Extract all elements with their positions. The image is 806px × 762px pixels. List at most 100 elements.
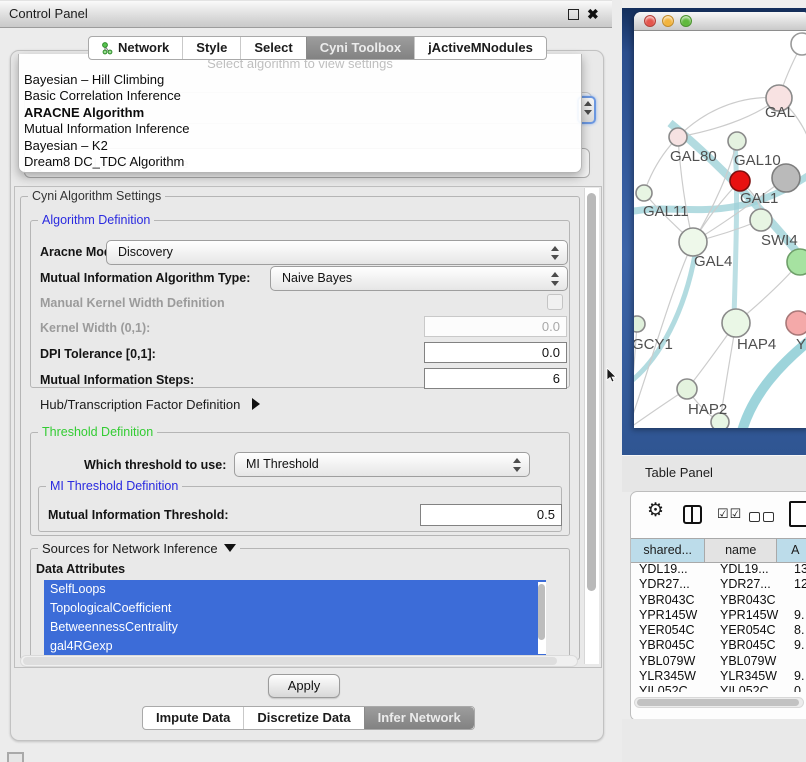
- network-node[interactable]: [730, 171, 750, 191]
- algorithm-dropdown-popup: Select algorithm to view settings Bayesi…: [18, 54, 582, 173]
- which-threshold-value: MI Threshold: [246, 457, 319, 471]
- cyni-algorithm-settings-title: Cyni Algorithm Settings: [28, 189, 165, 203]
- mi-type-value: Naive Bayes: [282, 271, 352, 285]
- network-node[interactable]: [722, 309, 750, 337]
- scrollbar-thumb[interactable]: [538, 584, 545, 640]
- network-node[interactable]: [728, 132, 746, 150]
- settings-scrollbar[interactable]: [584, 188, 599, 664]
- scrollbar-thumb[interactable]: [637, 699, 799, 706]
- network-node[interactable]: [787, 249, 806, 275]
- network-node-label: GCY1: [634, 336, 673, 353]
- network-node[interactable]: [669, 128, 687, 146]
- popup-item[interactable]: Bayesian – K2: [19, 138, 581, 154]
- dock-window-icon[interactable]: [7, 752, 24, 762]
- table-row[interactable]: YBR043CYBR043C: [631, 593, 806, 608]
- which-threshold-label: Which threshold to use:: [84, 458, 226, 472]
- network-node-label: HAP4: [737, 336, 776, 353]
- attribute-item-selected[interactable]: gal4RGexp: [44, 637, 546, 656]
- network-node[interactable]: [679, 228, 707, 256]
- column-header-partial[interactable]: A: [777, 539, 806, 562]
- network-node-label: GAL10: [734, 152, 781, 169]
- mi-threshold-group-title: MI Threshold Definition: [46, 479, 182, 493]
- attribute-item-selected[interactable]: SelfLoops: [44, 580, 546, 599]
- network-node[interactable]: [786, 311, 806, 335]
- tab-jactivemnodules[interactable]: jActiveMNodules: [414, 37, 546, 59]
- settings-horizontal-scrollbar[interactable]: [20, 655, 578, 667]
- popup-item[interactable]: Basic Correlation Inference: [19, 88, 581, 104]
- gear-icon[interactable]: ⚙: [647, 499, 664, 522]
- network-node-label: HAP2: [688, 401, 727, 418]
- network-canvas[interactable]: GALGAL80GAL10GAL1GAL11GAL4SWI4GCY1HAP4YH…: [634, 31, 806, 428]
- aracne-mode-combo[interactable]: Discovery: [106, 240, 568, 265]
- attribute-item-selected[interactable]: TopologicalCoefficient: [44, 599, 546, 618]
- tab-network-label: Network: [118, 37, 169, 59]
- combo-arrows-icon: [513, 457, 522, 473]
- float-window-icon[interactable]: [568, 9, 579, 20]
- deselect-all-icon[interactable]: [749, 509, 777, 527]
- network-node[interactable]: [791, 33, 806, 55]
- network-edge[interactable]: [634, 242, 693, 428]
- cyni-bottom-tabs: Impute Data Discretize Data Infer Networ…: [142, 706, 475, 730]
- tab-infer-network[interactable]: Infer Network: [364, 707, 474, 729]
- network-node-label: GAL11: [643, 203, 689, 220]
- table-row[interactable]: YBL079WYBL079W: [631, 654, 806, 669]
- table-row[interactable]: YDL19...YDL19...13: [631, 562, 806, 577]
- tab-cyni-toolbox-label: Cyni Toolbox: [320, 37, 401, 59]
- popup-item[interactable]: Dream8 DC_TDC Algorithm: [19, 154, 581, 170]
- mi-type-combo[interactable]: Naive Bayes: [270, 266, 568, 291]
- export-table-icon[interactable]: [789, 501, 806, 527]
- popup-item[interactable]: Mutual Information Inference: [19, 121, 581, 137]
- tab-discretize-data[interactable]: Discretize Data: [243, 707, 363, 729]
- network-node[interactable]: [634, 316, 645, 332]
- attributes-list-scrollbar[interactable]: [538, 582, 546, 654]
- column-header-shared-name[interactable]: shared...: [631, 539, 705, 562]
- table-row[interactable]: YER054CYER054C8.: [631, 623, 806, 638]
- network-node[interactable]: [636, 185, 652, 201]
- control-panel-tabs: Network Style Select Cyni Toolbox jActiv…: [88, 36, 547, 60]
- combo-arrows-icon: [551, 245, 560, 261]
- table-row[interactable]: YDR27...YDR27...12: [631, 577, 806, 592]
- network-node[interactable]: [750, 209, 772, 231]
- expander-expanded-icon: [224, 544, 236, 552]
- which-threshold-combo[interactable]: MI Threshold: [234, 452, 530, 477]
- hub-factor-expander[interactable]: Hub/Transcription Factor Definition: [40, 397, 260, 412]
- close-traffic-light-icon[interactable]: [644, 15, 656, 27]
- table-horizontal-scrollbar[interactable]: [634, 697, 804, 708]
- table-window: ⚙ ☑☑ shared... name A YDL19...YDL19...13…: [630, 491, 806, 721]
- close-icon[interactable]: ✖: [587, 1, 599, 27]
- tab-style[interactable]: Style: [182, 37, 240, 59]
- select-all-icon[interactable]: ☑☑: [717, 506, 742, 522]
- manual-kernel-checkbox[interactable]: [547, 294, 563, 310]
- column-layout-icon[interactable]: [683, 505, 702, 524]
- popup-item[interactable]: Bayesian – Hill Climbing: [19, 72, 581, 88]
- table-row[interactable]: YBR045CYBR045C9.: [631, 638, 806, 653]
- tab-impute-data[interactable]: Impute Data: [143, 707, 243, 729]
- table-panel-titlebar: Table Panel: [622, 455, 806, 492]
- tab-discretize-data-label: Discretize Data: [257, 707, 350, 729]
- network-edge[interactable]: [644, 98, 779, 193]
- sources-group-title[interactable]: Sources for Network Inference: [38, 541, 240, 556]
- mi-steps-field[interactable]: 6: [424, 368, 567, 389]
- minimize-traffic-light-icon[interactable]: [662, 15, 674, 27]
- tab-select[interactable]: Select: [240, 37, 305, 59]
- apply-button[interactable]: Apply: [268, 674, 340, 698]
- attribute-item-selected[interactable]: BetweennessCentrality: [44, 618, 546, 637]
- network-edge[interactable]: [678, 98, 779, 137]
- scrollbar-thumb[interactable]: [587, 193, 596, 591]
- table-row[interactable]: YPR145WYPR145W9.: [631, 608, 806, 623]
- data-attributes-list: SelfLoops TopologicalCoefficient Between…: [44, 580, 546, 656]
- column-header-name[interactable]: name: [705, 539, 777, 562]
- scrollbar-thumb[interactable]: [23, 657, 557, 665]
- kernel-width-field[interactable]: 0.0: [424, 316, 567, 337]
- data-attributes-label: Data Attributes: [36, 562, 125, 576]
- network-node[interactable]: [677, 379, 697, 399]
- mi-threshold-field[interactable]: 0.5: [420, 504, 562, 526]
- tab-network[interactable]: Network: [89, 37, 182, 59]
- network-node-label: GAL4: [694, 253, 732, 270]
- table-row[interactable]: YLR345WYLR345W9.: [631, 669, 806, 684]
- tab-cyni-toolbox[interactable]: Cyni Toolbox: [306, 37, 414, 59]
- dpi-tolerance-field[interactable]: 0.0: [424, 342, 567, 363]
- zoom-traffic-light-icon[interactable]: [680, 15, 692, 27]
- popup-item-selected[interactable]: ARACNE Algorithm: [19, 105, 581, 121]
- table-row[interactable]: YIL052CYIL052C0.: [631, 684, 806, 692]
